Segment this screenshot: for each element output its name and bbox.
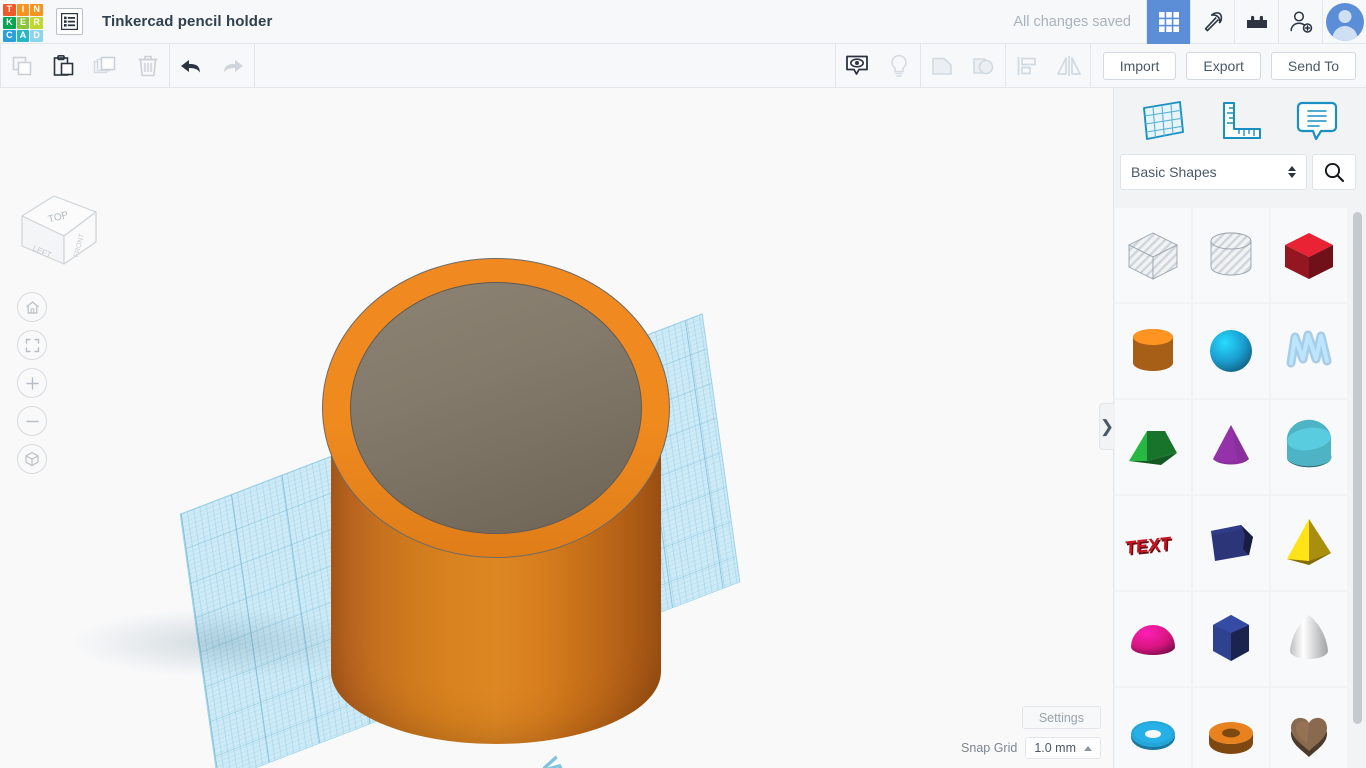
shape-cylinder-hole[interactable] [1193,208,1269,302]
copy-icon[interactable] [1,44,43,88]
snap-grid-control: Snap Grid 1.0 mm [961,737,1101,759]
perspective-toggle-button[interactable] [17,444,47,474]
lightbulb-icon[interactable] [878,44,920,88]
shape-sphere[interactable] [1193,304,1269,398]
home-view-button[interactable] [17,292,47,322]
action-buttons-group: Import Export Send To [1102,44,1366,88]
panel-tool-tabs [1114,88,1366,154]
logo-tile-k: K [3,16,16,29]
zoom-out-button[interactable] [17,406,47,436]
snap-grid-value: 1.0 mm [1034,741,1076,755]
group-tools-group [921,44,1005,88]
settings-button[interactable]: Settings [1021,706,1101,729]
shape-text[interactable]: TEXT TEXT [1115,496,1191,590]
note-callout-icon[interactable] [1289,96,1345,146]
shape-library-controls: Basic Shapes [1114,154,1366,190]
logo-tile-e: E [16,16,30,29]
shape-cylinder[interactable] [1115,304,1191,398]
shape-cone[interactable] [1193,400,1269,494]
select-arrows-icon [1288,166,1296,178]
shape-category-value: Basic Shapes [1131,164,1217,180]
shape-paraboloid[interactable] [1271,592,1347,686]
view-tools-group [836,44,920,88]
shape-heart[interactable] [1271,688,1347,768]
ungroup-icon[interactable] [963,44,1005,88]
avatar-image [1325,2,1364,41]
workplane-grid-icon[interactable] [1135,96,1191,146]
save-status-text: All changes saved [1013,13,1131,30]
mirror-icon[interactable] [1048,44,1090,88]
tinkercad-logo[interactable]: TIN KER CAD [3,3,43,42]
shape-box[interactable] [1271,208,1347,302]
edit-tools-group [1,44,169,88]
shape-tube[interactable] [1193,688,1269,768]
snap-grid-label: Snap Grid [961,741,1018,755]
document-title[interactable]: Tinkercad pencil holder [102,13,272,30]
toolbar-divider [254,43,255,88]
chevron-right-icon[interactable]: ❯ [1099,403,1114,450]
logo-tile-i: I [16,3,30,16]
redo-icon[interactable] [212,44,254,88]
fit-to-view-button[interactable] [17,330,47,360]
view-cube[interactable]: TOP LEFT FRONT [14,186,104,276]
tinkercad-app: TIN KER CAD Tinkercad pencil holder All ch… [0,0,1366,768]
send-to-button[interactable]: Send To [1270,51,1356,80]
zoom-in-button[interactable] [17,368,47,398]
paste-icon[interactable] [43,44,85,88]
hide-show-icon[interactable] [836,44,878,88]
pencil-holder-object[interactable] [322,258,670,758]
group-icon[interactable] [921,44,963,88]
toolbar-divider [1089,43,1091,88]
delete-icon[interactable] [127,44,169,88]
shape-torus[interactable] [1115,688,1191,768]
shape-roof[interactable] [1115,400,1191,494]
shape-box-hole[interactable] [1115,208,1191,302]
shape-scribble[interactable] [1271,304,1347,398]
logo-tile-t: T [3,3,16,16]
panel-scrollbar[interactable] [1353,212,1362,724]
brick-icon[interactable] [1234,0,1278,44]
logo-tile-c: C [3,29,16,42]
shapes-scroll-area[interactable]: TEXT TEXT [1114,206,1366,768]
logo-tile-d: D [30,29,43,42]
shape-polygon-prism[interactable] [1193,496,1269,590]
ruler-icon[interactable] [1212,96,1268,146]
duplicate-icon[interactable] [85,44,127,88]
list-menu-icon[interactable] [56,8,83,35]
align-icon[interactable] [1006,44,1048,88]
main-toolbar: Import Export Send To [0,43,1366,88]
history-tools-group [170,44,254,88]
import-button[interactable]: Import [1102,51,1177,80]
snap-grid-select[interactable]: 1.0 mm [1025,737,1101,759]
shapes-grid: TEXT TEXT [1114,206,1366,768]
pickaxe-icon[interactable] [1190,0,1234,44]
logo-tile-n: N [30,3,43,16]
app-header: TIN KER CAD Tinkercad pencil holder All ch… [0,0,1366,44]
shape-hexagon-prism[interactable] [1193,592,1269,686]
export-button[interactable]: Export [1186,51,1261,80]
add-user-icon[interactable] [1278,0,1322,44]
shape-half-cylinder[interactable] [1271,400,1347,494]
grid-gallery-icon[interactable] [1146,0,1190,44]
shape-category-select[interactable]: Basic Shapes [1120,154,1307,190]
avatar[interactable] [1322,0,1366,44]
align-tools-group [1006,44,1090,88]
logo-tile-a: A [16,29,30,42]
3d-viewport[interactable]: Workplane TOP LEFT FRONT [0,88,1113,768]
search-icon[interactable] [1312,154,1356,190]
undo-icon[interactable] [170,44,212,88]
caret-up-icon [1084,745,1092,751]
shape-pyramid[interactable] [1271,496,1347,590]
shapes-panel: ❯ Basic Shapes TEXT TEXT [1099,88,1366,768]
shape-half-sphere[interactable] [1115,592,1191,686]
logo-tile-r: R [30,16,43,29]
holder-cavity [350,282,642,534]
